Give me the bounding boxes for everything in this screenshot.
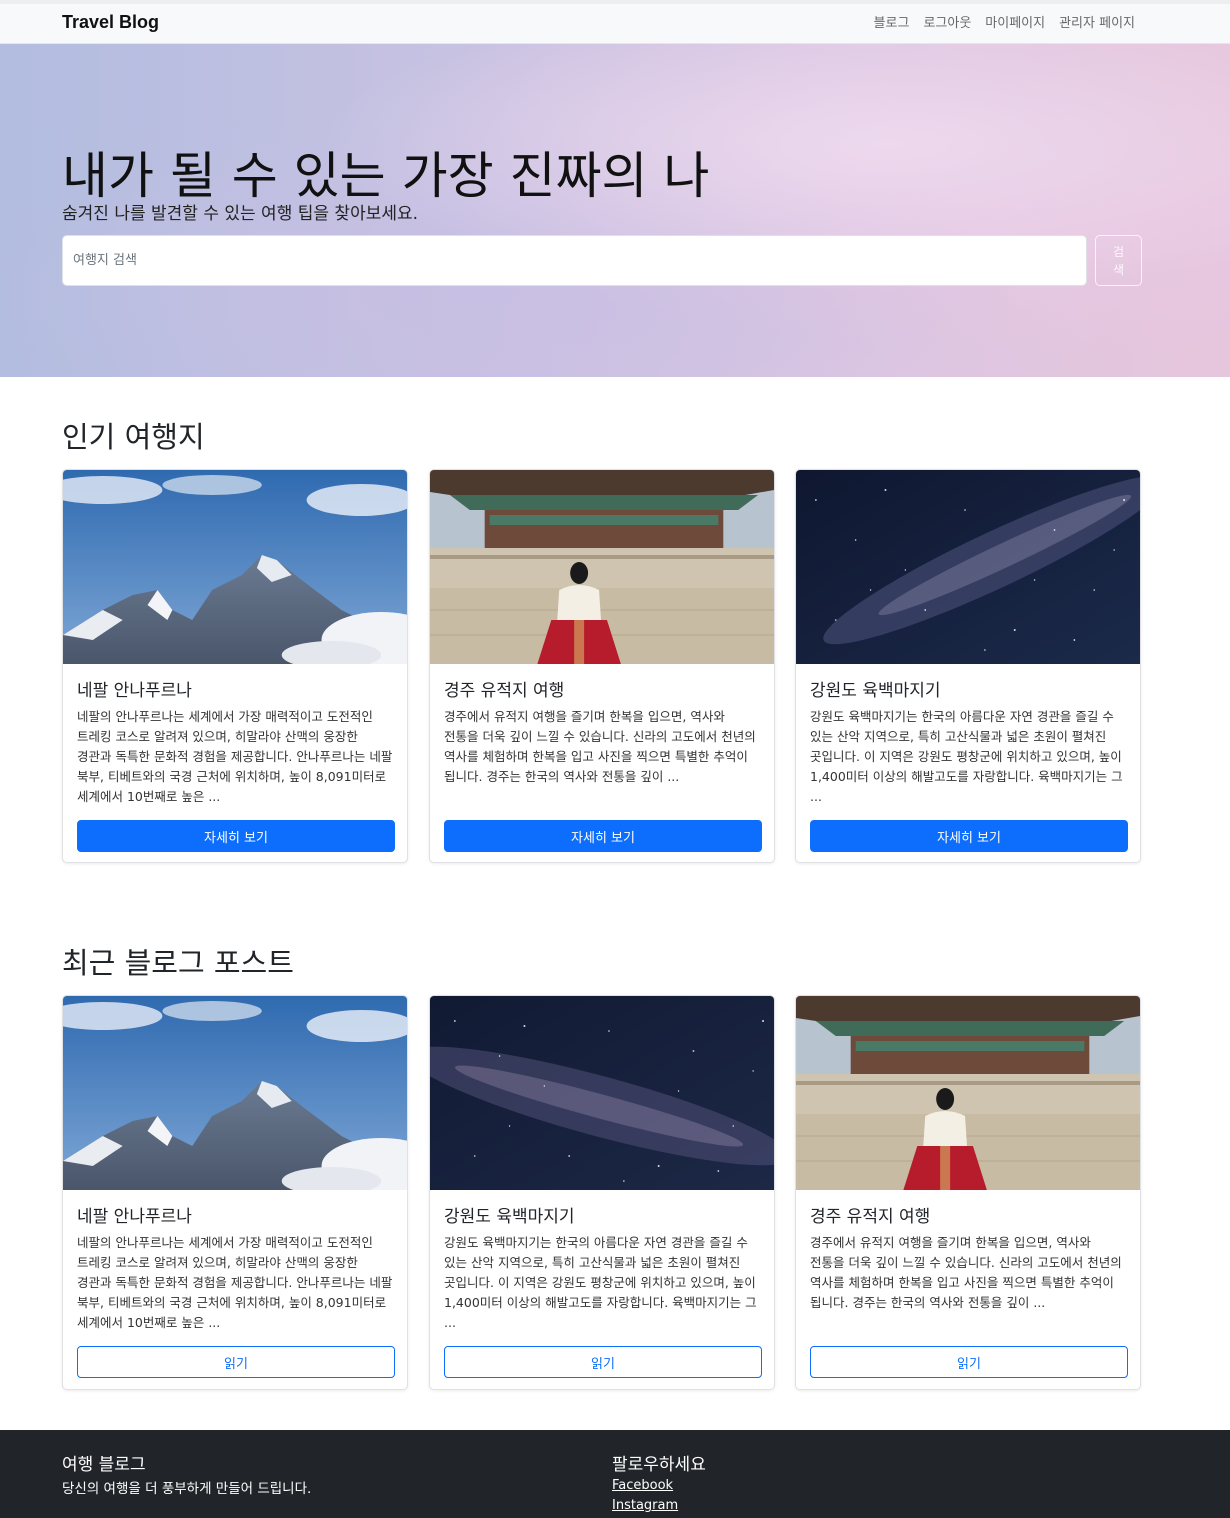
card-body: 경주 유적지 여행 경주에서 유적지 여행을 즐기며 한복을 입으면, 역사와 … bbox=[796, 1190, 1140, 1378]
instagram-link[interactable]: Instagram bbox=[612, 1498, 678, 1513]
mountain-image[interactable] bbox=[63, 470, 407, 664]
popular-card-yukbaek: 강원도 육백마지기 강원도 육백마지기는 한국의 아름다운 자연 경관을 즐길 … bbox=[795, 469, 1141, 863]
navbar: Travel Blog 블로그 로그아웃 마이페이지 관리자 페이지 bbox=[0, 0, 1230, 44]
search-input[interactable] bbox=[62, 235, 1087, 286]
card-title: 강원도 육백마지기 bbox=[810, 681, 941, 701]
palace-image[interactable] bbox=[796, 996, 1140, 1190]
card-body: 강원도 육백마지기 강원도 육백마지기는 한국의 아름다운 자연 경관을 즐길 … bbox=[430, 1190, 774, 1378]
card-text: 경주에서 유적지 여행을 즐기며 한복을 입으면, 역사와 전통을 더욱 깊이 … bbox=[810, 1235, 1122, 1310]
read-button[interactable]: 읽기 bbox=[444, 1346, 762, 1378]
mountain-image[interactable] bbox=[63, 996, 407, 1190]
details-button[interactable]: 자세히 보기 bbox=[444, 820, 762, 852]
facebook-link[interactable]: Facebook bbox=[612, 1478, 673, 1493]
nav-link-admin[interactable]: 관리자 페이지 bbox=[1059, 12, 1135, 31]
card-body: 강원도 육백마지기 강원도 육백마지기는 한국의 아름다운 자연 경관을 즐길 … bbox=[796, 664, 1140, 852]
read-button[interactable]: 읽기 bbox=[810, 1346, 1128, 1378]
nav-link-logout[interactable]: 로그아웃 bbox=[923, 12, 971, 31]
nav-links: 블로그 로그아웃 마이페이지 관리자 페이지 bbox=[874, 12, 1135, 31]
details-button[interactable]: 자세히 보기 bbox=[77, 820, 395, 852]
recent-card-gyeongju: 경주 유적지 여행 경주에서 유적지 여행을 즐기며 한복을 입으면, 역사와 … bbox=[795, 995, 1141, 1390]
night-sky-image[interactable] bbox=[796, 470, 1140, 664]
brand-logo[interactable]: Travel Blog bbox=[62, 12, 159, 33]
card-text: 네팔의 안나푸르나는 세계에서 가장 매력적이고 도전적인 트레킹 코스로 알려… bbox=[77, 1235, 393, 1330]
footer-description: 당신의 여행을 더 풍부하게 만들어 드립니다. bbox=[62, 1481, 312, 1497]
card-text: 강원도 육백마지기는 한국의 아름다운 자연 경관을 즐길 수 있는 산악 지역… bbox=[444, 1235, 757, 1330]
footer-title: 여행 블로그 bbox=[62, 1455, 146, 1475]
hero-banner: 내가 될 수 있는 가장 진짜의 나 숨겨진 나를 발견할 수 있는 여행 팁을… bbox=[0, 44, 1230, 377]
recent-card-yukbaek: 강원도 육백마지기 강원도 육백마지기는 한국의 아름다운 자연 경관을 즐길 … bbox=[429, 995, 775, 1390]
card-text: 강원도 육백마지기는 한국의 아름다운 자연 경관을 즐길 수 있는 산악 지역… bbox=[810, 709, 1123, 804]
recent-section-title: 최근 블로그 포스트 bbox=[62, 946, 294, 980]
card-title: 네팔 안나푸르나 bbox=[77, 681, 192, 701]
card-text: 네팔의 안나푸르나는 세계에서 가장 매력적이고 도전적인 트레킹 코스로 알려… bbox=[77, 709, 393, 804]
details-button[interactable]: 자세히 보기 bbox=[810, 820, 1128, 852]
recent-card-annapurna: 네팔 안나푸르나 네팔의 안나푸르나는 세계에서 가장 매력적이고 도전적인 트… bbox=[62, 995, 408, 1390]
card-body: 경주 유적지 여행 경주에서 유적지 여행을 즐기며 한복을 입으면, 역사와 … bbox=[430, 664, 774, 852]
card-text: 경주에서 유적지 여행을 즐기며 한복을 입으면, 역사와 전통을 더욱 깊이 … bbox=[444, 709, 756, 784]
nav-link-mypage[interactable]: 마이페이지 bbox=[985, 12, 1045, 31]
card-title: 경주 유적지 여행 bbox=[444, 681, 565, 701]
hero-subtitle: 숨겨진 나를 발견할 수 있는 여행 팁을 찾아보세요. bbox=[62, 204, 419, 224]
search-button[interactable]: 검색 bbox=[1095, 235, 1142, 286]
card-body: 네팔 안나푸르나 네팔의 안나푸르나는 세계에서 가장 매력적이고 도전적인 트… bbox=[63, 664, 407, 852]
read-button[interactable]: 읽기 bbox=[77, 1346, 395, 1378]
popular-card-gyeongju: 경주 유적지 여행 경주에서 유적지 여행을 즐기며 한복을 입으면, 역사와 … bbox=[429, 469, 775, 863]
footer: 여행 블로그 당신의 여행을 더 풍부하게 만들어 드립니다. 팔로우하세요 F… bbox=[0, 1430, 1230, 1518]
footer-follow-title: 팔로우하세요 bbox=[612, 1455, 706, 1475]
night-sky-image[interactable] bbox=[430, 996, 774, 1190]
nav-link-blog[interactable]: 블로그 bbox=[874, 12, 910, 31]
popular-section-title: 인기 여행지 bbox=[62, 420, 205, 454]
popular-card-annapurna: 네팔 안나푸르나 네팔의 안나푸르나는 세계에서 가장 매력적이고 도전적인 트… bbox=[62, 469, 408, 863]
card-title: 네팔 안나푸르나 bbox=[77, 1207, 192, 1227]
palace-image[interactable] bbox=[430, 470, 774, 664]
card-body: 네팔 안나푸르나 네팔의 안나푸르나는 세계에서 가장 매력적이고 도전적인 트… bbox=[63, 1190, 407, 1378]
card-title: 경주 유적지 여행 bbox=[810, 1207, 931, 1227]
card-title: 강원도 육백마지기 bbox=[444, 1207, 575, 1227]
hero-title: 내가 될 수 있는 가장 진짜의 나 bbox=[62, 147, 710, 205]
